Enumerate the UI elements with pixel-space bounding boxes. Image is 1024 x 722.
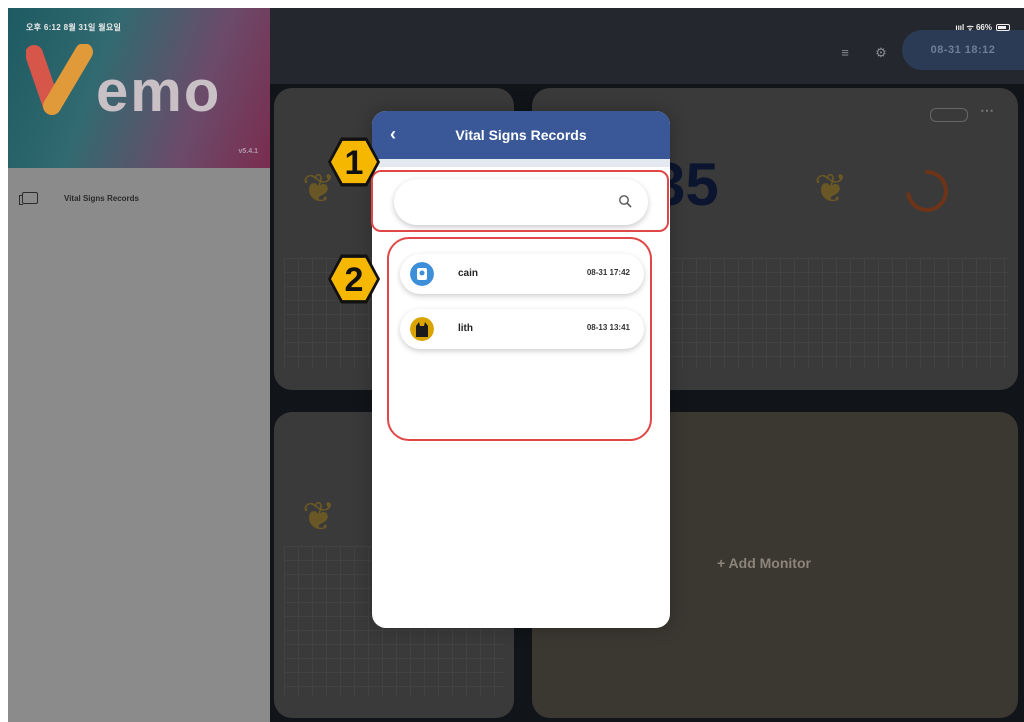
records-icon <box>19 192 38 205</box>
gear-icon[interactable]: ⚙ <box>874 46 888 60</box>
lungs-icon: ❦ <box>302 495 336 539</box>
status-indicators: ıııl ᯤ 66% <box>955 22 1010 33</box>
highlight-search <box>371 170 669 232</box>
app-version: v5.4.1 <box>238 148 258 155</box>
more-icon[interactable]: ⋯ <box>980 102 994 119</box>
modal-title: Vital Signs Records <box>455 127 587 143</box>
highlight-records-list <box>387 237 652 441</box>
status-signal: ıııl ᯤ 66% <box>955 23 992 32</box>
lungs-icon: ❦ <box>814 167 848 211</box>
battery-icon <box>996 24 1010 31</box>
list-icon[interactable]: ≡ <box>838 46 852 60</box>
sidebar: emo v5.4.1 Vital Signs Records <box>8 8 270 722</box>
sidebar-item-label: Vital Signs Records <box>64 193 139 203</box>
header-divider <box>372 159 670 167</box>
toggle-button[interactable] <box>930 108 968 122</box>
progress-ring <box>897 161 957 221</box>
brand-name: emo <box>96 59 222 124</box>
lungs-icon: ❦ <box>302 167 336 211</box>
header-clock: 08-31 18:12 <box>902 30 1024 70</box>
modal-header: ‹ Vital Signs Records <box>372 111 670 159</box>
sidebar-item-vital-signs-records[interactable]: Vital Signs Records <box>19 192 139 205</box>
status-time: 오후 6:12 8월 31일 월요일 <box>26 23 122 32</box>
brand-logo <box>26 44 93 115</box>
add-monitor-label: + Add Monitor <box>717 555 811 571</box>
app-header: ≡ ⚙ 08-31 18:12 <box>270 8 1024 84</box>
